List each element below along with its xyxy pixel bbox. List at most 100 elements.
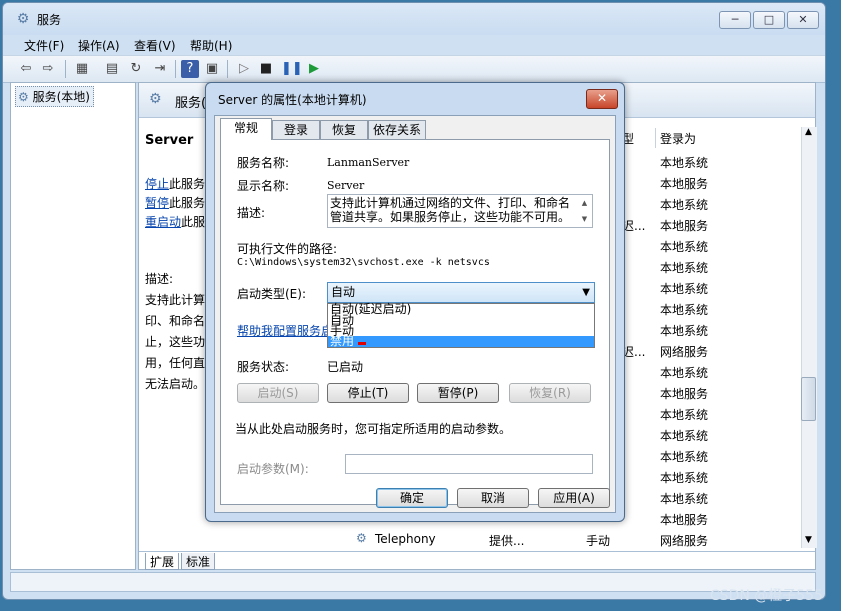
scroll-up-icon[interactable]: ▲ (805, 127, 812, 137)
logon-cell: 本地系统 (660, 366, 709, 380)
logon-cell: 本地系统 (660, 324, 709, 338)
logon-cell: 本地系统 (660, 240, 709, 254)
play-icon[interactable]: ▷ (235, 60, 253, 78)
help-icon[interactable]: ? (181, 60, 199, 78)
watermark: CSDN @橙子555 (709, 588, 823, 604)
dialog-title: Server 的属性(本地计算机) (218, 93, 367, 107)
services-gear-icon: ⚙ (149, 91, 162, 107)
logon-cell: 本地服务 (660, 387, 709, 401)
cancel-button[interactable]: 取消 (457, 488, 529, 508)
start-button[interactable]: 启动(S) (237, 383, 319, 403)
service-status-label: 服务状态: (237, 360, 290, 374)
description-textbox[interactable]: 支持此计算机通过网络的文件、打印、和命名管道共享。如果服务停止，这些功能不可用。 (327, 194, 593, 228)
tab-recovery[interactable]: 恢复 (320, 120, 368, 139)
tab-standard[interactable]: 标准 (181, 553, 216, 570)
startup-option[interactable]: 自动(延迟启动) (328, 303, 594, 315)
apply-button[interactable]: 应用(A) (538, 488, 610, 508)
description-line: 支持此计算 (145, 293, 206, 307)
pause-button[interactable]: 暂停(P) (417, 383, 499, 403)
startup-type-cell: 迟... (622, 219, 646, 233)
pause-icon[interactable]: ❚❚ (281, 60, 303, 78)
properties-icon[interactable]: ▤ (103, 60, 121, 78)
column-header-logon-as[interactable]: 登录为 (660, 130, 696, 147)
menu-view[interactable]: 查看(V) (134, 37, 176, 54)
view-icon[interactable]: ▣ (203, 60, 221, 78)
menu-action[interactable]: 操作(A) (78, 37, 120, 54)
service-name-cell: Telephony (375, 532, 436, 546)
tab-dependencies[interactable]: 依存关系 (368, 120, 426, 139)
resume-button[interactable]: 恢复(R) (509, 383, 591, 403)
toolbar-separator (227, 60, 228, 78)
logon-cell: 本地系统 (660, 303, 709, 317)
logon-cell: 网络服务 (660, 534, 709, 548)
restart-icon[interactable]: ▶ (305, 60, 323, 78)
description-label: 描述: (237, 206, 266, 220)
refresh-icon[interactable]: ↻ (127, 60, 145, 78)
help-configure-link[interactable]: 帮助我配置服务启 (237, 322, 333, 339)
vertical-scrollbar[interactable]: ▲ ▼ (801, 127, 817, 548)
logon-cell: 本地系统 (660, 408, 709, 422)
startup-type-label: 启动类型(E): (237, 287, 306, 301)
toolbar-separator (65, 60, 66, 78)
window-title: 服务 (37, 13, 62, 27)
logon-cell: 本地系统 (660, 450, 709, 464)
description-line: 用，任何直 (145, 356, 206, 370)
logon-cell: 本地服务 (660, 219, 709, 233)
startup-option[interactable]: 自动 (328, 314, 594, 326)
path-value: C:\Windows\system32\svchost.exe -k netsv… (237, 257, 490, 268)
menu-file[interactable]: 文件(F) (24, 37, 64, 54)
logon-cell: 本地服务 (660, 513, 709, 527)
startup-option-selected[interactable]: 禁用 (328, 335, 594, 347)
stop-icon[interactable]: ■ (257, 60, 275, 78)
back-icon[interactable]: ⇦ (17, 60, 35, 78)
description-line: 无法启动。 (145, 377, 206, 391)
tree-item-label: 服务(本地) (32, 90, 90, 104)
forward-icon[interactable]: ⇨ (39, 60, 57, 78)
close-button[interactable]: ✕ (787, 11, 819, 29)
stop-button[interactable]: 停止(T) (327, 383, 409, 403)
dialog-body: 常规 登录 恢复 依存关系 服务名称: LanmanServer 显示名称: S… (214, 115, 616, 513)
pause-service-link[interactable]: 暂停 (145, 196, 169, 210)
table-row[interactable]: ⚙ Telephony 提供... 手动 网络服务 (356, 531, 776, 549)
menu-help[interactable]: 帮助(H) (190, 37, 232, 54)
restart-service-link[interactable]: 重启动 (145, 215, 181, 229)
maximize-button[interactable]: □ (753, 11, 785, 29)
startup-type-value: 自动 (331, 285, 356, 299)
startup-type-select[interactable]: 自动 ▼ (327, 282, 595, 303)
description-scrollbar[interactable]: ▲ ▼ (577, 195, 592, 227)
service-desc-cell: 提供... (489, 534, 525, 548)
stop-service-link[interactable]: 停止 (145, 177, 169, 191)
startup-type-cell: 迟... (622, 345, 646, 359)
cursor-marker (358, 342, 366, 345)
logon-cell: 本地系统 (660, 471, 709, 485)
tree-item-services-local[interactable]: ⚙ 服务(本地) (15, 86, 94, 107)
start-param-label: 启动参数(M): (237, 462, 309, 476)
start-param-input[interactable] (345, 454, 593, 474)
status-bar (10, 572, 816, 592)
logon-cell: 本地系统 (660, 492, 709, 506)
service-status-value: 已启动 (327, 360, 364, 374)
service-actions: 停止此服务 暂停此服务 重启动此服 (145, 175, 205, 232)
scrollbar-thumb[interactable] (801, 377, 816, 421)
services-gear-icon: ⚙ (16, 11, 30, 27)
path-label: 可执行文件的路径: (237, 242, 338, 256)
export-icon[interactable]: ⇥ (151, 60, 169, 78)
description-line: 止，这些功 (145, 335, 206, 349)
ok-button[interactable]: 确定 (376, 488, 448, 508)
logon-cell: 本地系统 (660, 198, 709, 212)
tab-logon[interactable]: 登录 (272, 120, 320, 139)
display-name-label: 显示名称: (237, 179, 290, 193)
toolbar: ⇦ ⇨ ▦ ▤ ↻ ⇥ ? ▣ ▷ ■ ❚❚ ▶ (3, 55, 825, 83)
minimize-button[interactable]: ─ (719, 11, 751, 29)
column-divider (655, 128, 656, 148)
console-tree-icon[interactable]: ▦ (73, 60, 91, 78)
title-bar: ⚙ 服务 ─ □ ✕ (3, 3, 825, 35)
scroll-down-icon[interactable]: ▼ (805, 535, 812, 545)
dialog-close-button[interactable]: ✕ (586, 89, 618, 109)
tab-extended[interactable]: 扩展 (145, 553, 180, 570)
selected-service-name: Server (145, 133, 194, 148)
services-gear-icon: ⚙ (18, 90, 29, 104)
general-tab-panel: 服务名称: LanmanServer 显示名称: Server 描述: 支持此计… (220, 139, 610, 505)
tab-general[interactable]: 常规 (220, 118, 272, 140)
console-tree: ⚙ 服务(本地) (10, 82, 136, 570)
